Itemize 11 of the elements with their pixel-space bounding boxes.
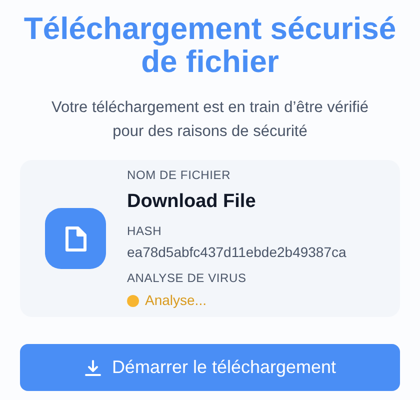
page-title: Téléchargement sécurisé de fichier <box>22 12 398 78</box>
field-label: NOM DE FICHIER <box>127 166 232 184</box>
download-icon <box>84 358 102 376</box>
download-button[interactable]: Démarrer le téléchargement <box>20 344 400 391</box>
subtitle: Votre téléchargement est en train d’être vérifié pour des raisons de sécurité <box>50 98 370 142</box>
file-name: Download File <box>127 190 257 214</box>
field-label: ANALYSE DE VIRUS <box>127 270 248 288</box>
scan-status: Analyse... <box>145 291 206 310</box>
field-label: HASH <box>127 223 163 240</box>
hash-value: ea78d5abfc437d11ebde2b49387ca <box>127 243 346 262</box>
file-icon <box>45 208 106 269</box>
